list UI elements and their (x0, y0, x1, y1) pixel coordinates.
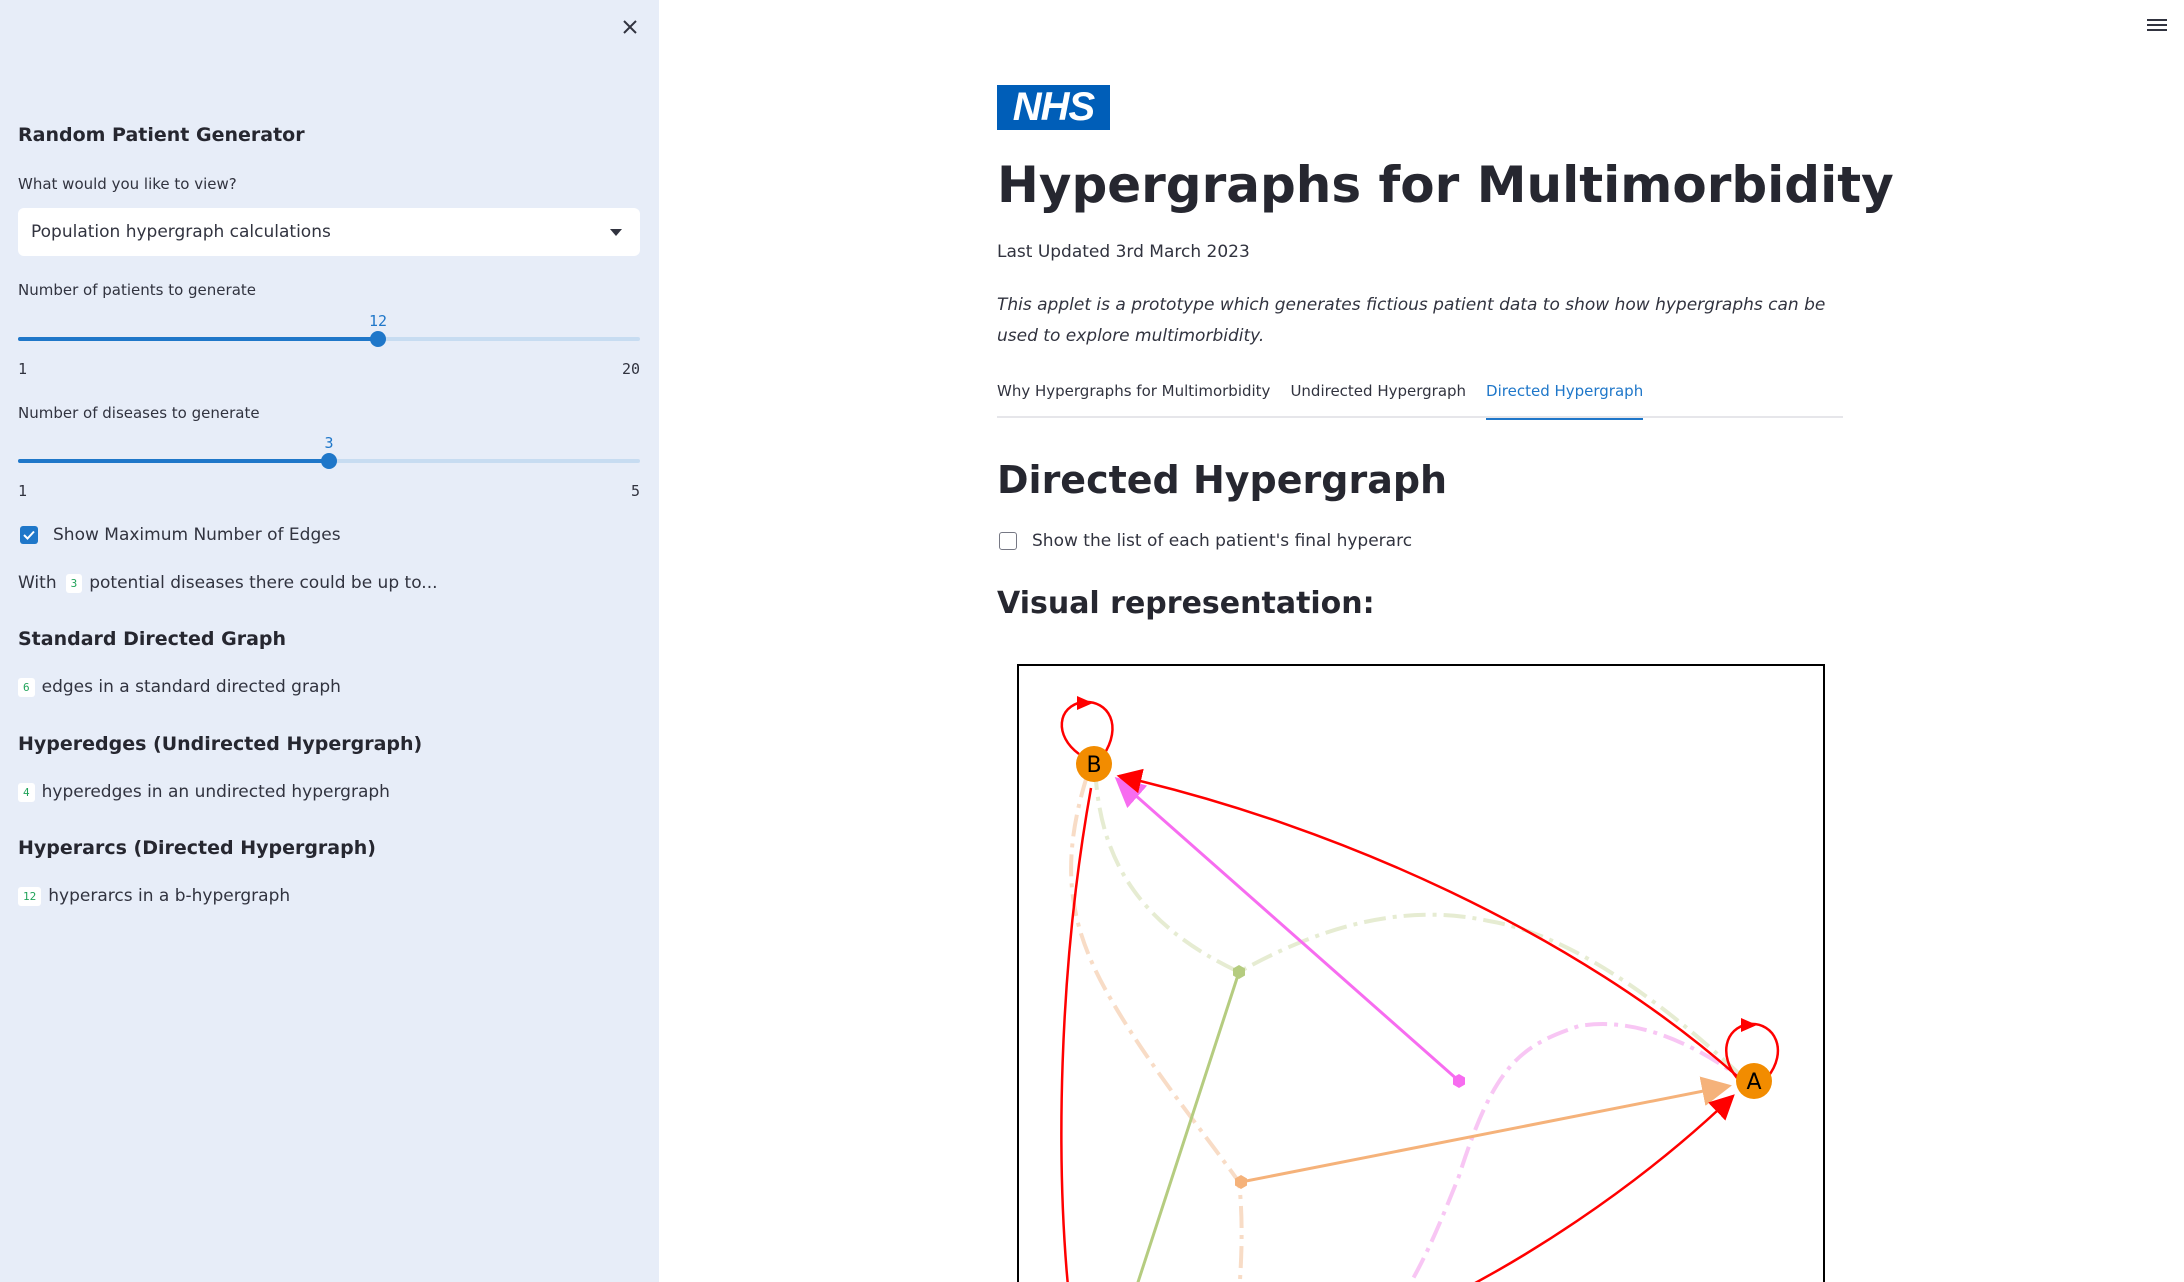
with-suffix: potential diseases there could be up to.… (89, 573, 438, 593)
green-hub-node (1233, 965, 1245, 979)
hyperedges-text-value: hyperedges in an undirected hypergraph (41, 782, 390, 802)
slider-min: 1 (18, 482, 28, 500)
show-list-checkbox[interactable]: Show the list of each patient's final hy… (999, 531, 1412, 551)
show-list-label: Show the list of each patient's final hy… (1032, 531, 1413, 551)
slider-fill (18, 337, 378, 341)
hamburger-icon (2142, 19, 2172, 31)
patients-slider[interactable]: 12 1 20 (18, 310, 640, 378)
hyperarcs-heading: Hyperarcs (Directed Hypergraph) (18, 837, 376, 859)
view-select-label: What would you like to view? (18, 175, 237, 193)
last-updated: Last Updated 3rd March 2023 (997, 242, 1250, 262)
hypergraph-figure: B A (1017, 664, 1825, 1282)
tab-bar: Why Hypergraphs for Multimorbidity Undir… (997, 378, 1843, 420)
orange-arc (1240, 1076, 1732, 1184)
node-b-label: B (1086, 753, 1101, 778)
hyperarcs-text-value: hyperarcs in a b-hypergraph (48, 886, 291, 906)
nhs-logo: NHS (997, 85, 1110, 130)
slider-value: 3 (324, 434, 334, 452)
diseases-slider[interactable]: 3 1 5 (18, 432, 640, 500)
red-arc-b-down (1060, 787, 1093, 1282)
view-select[interactable]: Population hypergraph calculations (18, 208, 640, 256)
pink-dashed-hyperedge (1408, 1022, 1754, 1282)
hyperarcs-text: 12 hyperarcs in a b-hypergraph (18, 886, 290, 906)
page-title: Hypergraphs for Multimorbidity (997, 156, 1894, 214)
close-sidebar-button[interactable] (615, 12, 645, 42)
with-diseases-text: With 3 potential diseases there could be… (18, 573, 438, 593)
checkbox-unchecked-icon (999, 532, 1017, 550)
hyperarcs-count-badge: 12 (18, 886, 42, 906)
standard-graph-heading: Standard Directed Graph (18, 628, 287, 650)
slider-max: 5 (630, 482, 640, 500)
section-title: Directed Hypergraph (997, 458, 1448, 502)
slider-max: 20 (621, 360, 640, 378)
close-icon (623, 20, 637, 34)
node-a-label: A (1746, 1070, 1761, 1095)
slider-fill (18, 459, 329, 463)
slider-value: 12 (368, 312, 388, 330)
show-max-edges-label: Show Maximum Number of Edges (53, 525, 341, 545)
hyperedges-count-badge: 4 (18, 782, 35, 802)
tab-why-hypergraphs[interactable]: Why Hypergraphs for Multimorbidity (997, 378, 1270, 418)
red-self-loop-a-arrowhead (1741, 1018, 1757, 1032)
standard-graph-text: 6 edges in a standard directed graph (18, 677, 341, 697)
with-prefix: With (18, 573, 57, 593)
standard-count-badge: 6 (18, 677, 35, 697)
slider-thumb[interactable] (321, 453, 337, 469)
tab-directed-hypergraph[interactable]: Directed Hypergraph (1486, 378, 1644, 420)
checkbox-checked-icon (20, 526, 38, 544)
show-max-edges-checkbox[interactable]: Show Maximum Number of Edges (20, 525, 341, 545)
chevron-down-icon (610, 229, 622, 236)
green-dashed-hyperedge (1093, 767, 1754, 1088)
red-self-loop-b-arrowhead (1077, 696, 1093, 710)
with-value-badge: 3 (65, 573, 83, 593)
hyperedges-heading: Hyperedges (Undirected Hypergraph) (18, 733, 423, 755)
tab-undirected-hypergraph[interactable]: Undirected Hypergraph (1290, 378, 1466, 418)
hyperedges-text: 4 hyperedges in an undirected hypergraph (18, 782, 390, 802)
intro-text: This applet is a prototype which generat… (997, 295, 1826, 346)
patients-slider-label: Number of patients to generate (18, 281, 256, 299)
standard-text: edges in a standard directed graph (41, 677, 341, 697)
diseases-slider-label: Number of diseases to generate (18, 404, 260, 422)
sidebar: Random Patient Generator What would you … (0, 0, 659, 1282)
visual-title: Visual representation: (997, 586, 1375, 621)
peach-dashed-hyperedge (1069, 775, 1244, 1282)
red-arc-bottom-to-a (1474, 1094, 1735, 1282)
slider-min: 1 (18, 360, 28, 378)
sidebar-title: Random Patient Generator (18, 124, 305, 146)
green-arc (1136, 971, 1241, 1282)
node-b: B (1076, 746, 1112, 782)
node-a: A (1736, 1063, 1772, 1099)
view-select-value: Population hypergraph calculations (31, 222, 331, 242)
slider-thumb[interactable] (370, 331, 386, 347)
main-menu-button[interactable] (2142, 16, 2172, 40)
hypergraph-svg: B A (1060, 696, 1779, 1282)
